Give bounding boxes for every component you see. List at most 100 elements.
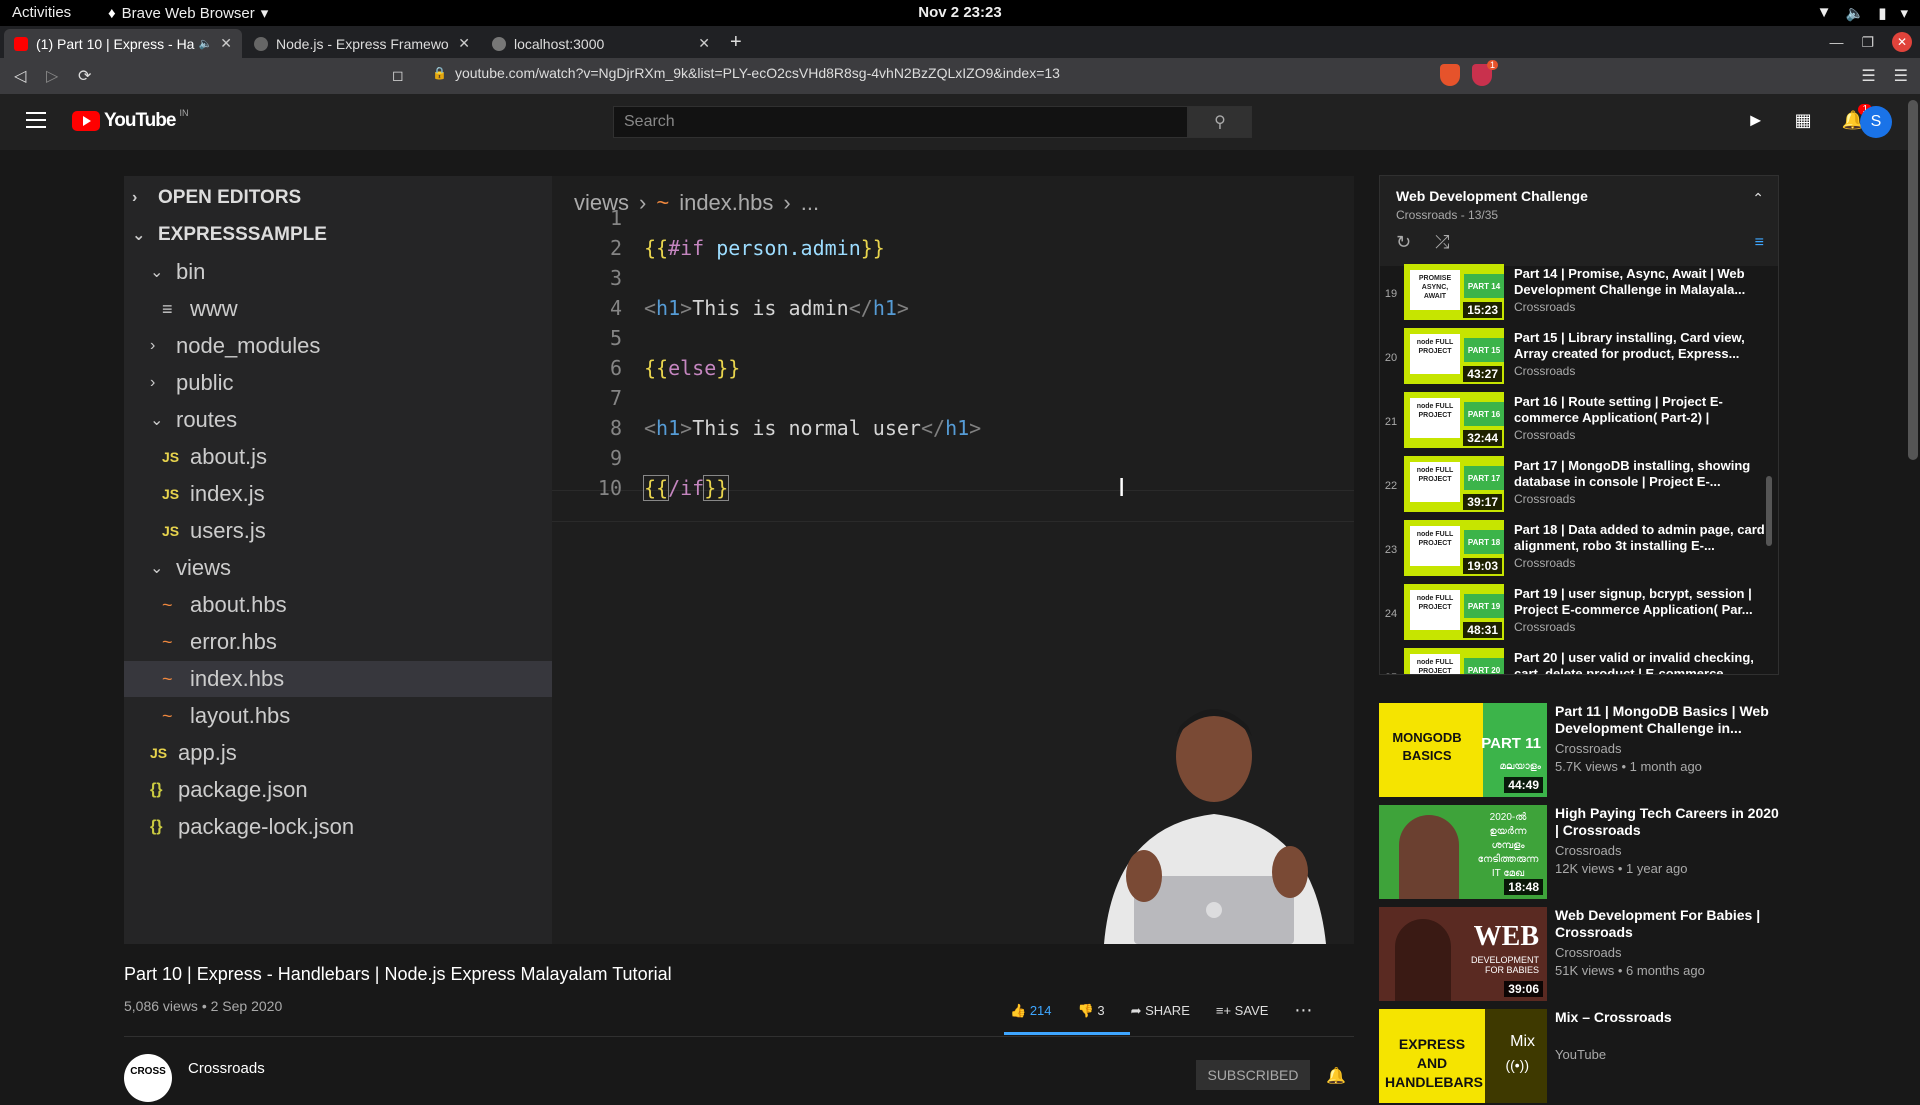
- playlist-title[interactable]: Web Development Challenge: [1396, 188, 1588, 204]
- playlist-item[interactable]: 25 node FULL PROJECTPART 20 Part 20 | user…: [1380, 648, 1778, 674]
- thumbnail-part-label: PART 18: [1464, 530, 1504, 554]
- explorer-item[interactable]: {} package-lock.json: [124, 809, 552, 845]
- explorer-item[interactable]: ~ about.hbs: [124, 587, 552, 623]
- brave-rewards-icon[interactable]: 1: [1472, 60, 1498, 86]
- explorer-item[interactable]: JS app.js: [124, 735, 552, 771]
- shuffle-icon[interactable]: ⤮: [1435, 232, 1449, 253]
- media-queue-icon[interactable]: ☰: [1861, 66, 1875, 86]
- activities-button[interactable]: Activities: [12, 4, 71, 21]
- close-icon[interactable]: ✕: [458, 35, 470, 52]
- loop-icon[interactable]: ↻: [1396, 232, 1411, 253]
- explorer-section[interactable]: ⌄ EXPRESSSAMPLE: [124, 217, 552, 253]
- code-line[interactable]: 8 <h1>This is normal user</h1>: [552, 416, 1354, 446]
- recommended-video[interactable]: 2020-ൽ ഉയർന്ന ശമ്പളം നേടിത്തരുന്ന IT മേഖ…: [1379, 805, 1779, 901]
- code-line[interactable]: 1: [552, 206, 1354, 236]
- apps-grid-icon[interactable]: ▦: [1795, 110, 1812, 131]
- share-button[interactable]: ➦ SHARE: [1131, 1003, 1190, 1019]
- recommended-video[interactable]: WEB DEVELOPMENT FOR BABIES 39:06 Web Develo…: [1379, 907, 1779, 1003]
- code-line[interactable]: 7: [552, 386, 1354, 416]
- search-input[interactable]: Search: [613, 106, 1188, 138]
- hamburger-menu-icon[interactable]: [26, 112, 46, 128]
- new-tab-button[interactable]: +: [730, 31, 742, 54]
- explorer-item[interactable]: ⌄ routes: [124, 402, 552, 438]
- recommended-video[interactable]: EXPRESS AND HANDLEBARS Mix ((•)) Mix – Cros…: [1379, 1009, 1779, 1105]
- menu-icon[interactable]: ☰: [1894, 66, 1908, 86]
- explorer-item[interactable]: › node_modules: [124, 328, 552, 364]
- search-button[interactable]: ⚲: [1188, 106, 1252, 138]
- explorer-item-label: routes: [176, 407, 238, 432]
- clock[interactable]: Nov 2 23:23: [918, 4, 1001, 21]
- code-line[interactable]: 6 {{else}}: [552, 356, 1354, 386]
- playlist-item[interactable]: 20 node FULL PROJECT PART 15 43:27 Part 15 |…: [1380, 328, 1778, 392]
- tab-localhost[interactable]: localhost:3000 ✕: [482, 29, 720, 58]
- create-video-icon[interactable]: ►: [1747, 110, 1765, 131]
- page-scrollbar[interactable]: [1908, 100, 1918, 460]
- json-file-icon: {}: [150, 781, 163, 798]
- system-tray[interactable]: ▼ 🔈 ▮ ▾: [1817, 4, 1908, 22]
- explorer-item[interactable]: ⌄ views: [124, 550, 552, 586]
- code-line[interactable]: 4 <h1>This is admin</h1>: [552, 296, 1354, 326]
- thumbnail-part-label: PART 11: [1481, 735, 1541, 752]
- code-line[interactable]: 9: [552, 446, 1354, 476]
- back-icon[interactable]: ◁: [14, 66, 26, 86]
- save-button[interactable]: ≡+ SAVE: [1216, 1003, 1269, 1018]
- channel-bell-icon[interactable]: 🔔: [1326, 1066, 1346, 1086]
- playlist-item[interactable]: 24 node FULL PROJECT PART 19 48:31 Part 19 |…: [1380, 584, 1778, 648]
- explorer-item[interactable]: JS about.js: [124, 439, 552, 475]
- explorer-item-label: public: [176, 370, 234, 395]
- more-actions-icon[interactable]: ⋯: [1294, 1000, 1312, 1021]
- explorer-item[interactable]: {} package.json: [124, 772, 552, 808]
- bookmark-icon[interactable]: ◻: [392, 67, 404, 84]
- code-line[interactable]: 5: [552, 326, 1354, 356]
- playlist-item[interactable]: 19 PROMISE ASYNC, AWAIT PART 14 15:23 Part 1…: [1380, 264, 1778, 328]
- dislike-button[interactable]: 👎 3: [1078, 1003, 1105, 1019]
- explorer-item[interactable]: ~ index.hbs: [124, 661, 552, 697]
- explorer-item[interactable]: ~ layout.hbs: [124, 698, 552, 734]
- close-window-icon[interactable]: ✕: [1892, 32, 1912, 52]
- tab-youtube[interactable]: (1) Part 10 | Express - Ha 🔈 ✕: [4, 29, 242, 58]
- reload-icon[interactable]: ⟳: [78, 66, 91, 86]
- explorer-item[interactable]: ~ error.hbs: [124, 624, 552, 660]
- close-icon[interactable]: ✕: [220, 35, 232, 52]
- address-field[interactable]: 🔒 youtube.com/watch?v=NgDjrRXm_9k&list=P…: [432, 65, 1060, 81]
- tab-express[interactable]: Node.js - Express Framewo ✕: [244, 29, 480, 58]
- code-line[interactable]: 10 {{/if}}: [552, 475, 1354, 506]
- explorer-item[interactable]: ⌄ bin: [124, 254, 552, 290]
- recommended-video[interactable]: MONGODB BASICS PART 11 മലയാളം 44:49 Part 11 …: [1379, 703, 1779, 799]
- recommended-channel: Crossroads: [1555, 945, 1622, 960]
- app-menu[interactable]: ♦ Brave Web Browser ▾: [108, 4, 268, 23]
- code-line[interactable]: 2 {{#if person.admin}}: [552, 236, 1354, 266]
- playlist-scrollbar[interactable]: [1766, 476, 1772, 546]
- forward-icon[interactable]: ▷: [46, 66, 58, 86]
- explorer-section[interactable]: › OPEN EDITORS: [124, 180, 552, 216]
- channel-avatar[interactable]: CROSS: [124, 1054, 172, 1102]
- explorer-item[interactable]: JS index.js: [124, 476, 552, 512]
- chevron-down-icon: ▾: [1900, 5, 1908, 22]
- explorer-item[interactable]: JS users.js: [124, 513, 552, 549]
- chevron-right-icon: ›: [150, 337, 156, 354]
- save-playlist-icon[interactable]: ≡: [1755, 234, 1764, 252]
- explorer-item[interactable]: ≡ www: [124, 291, 552, 327]
- video-player[interactable]: › OPEN EDITORS ⌄ EXPRESSSAMPLE ⌄ bin ≡ www › node…: [124, 176, 1354, 944]
- channel-name[interactable]: Crossroads: [188, 1060, 265, 1077]
- playlist-item[interactable]: 23 node FULL PROJECT PART 18 19:03 Part 18 |…: [1380, 520, 1778, 584]
- playlist-item-channel: Crossroads: [1514, 364, 1576, 378]
- minimize-icon[interactable]: —: [1829, 34, 1843, 50]
- brave-shield-icon[interactable]: [1440, 64, 1460, 86]
- explorer-item[interactable]: › public: [124, 365, 552, 401]
- like-button[interactable]: 👍 214: [1010, 1003, 1052, 1019]
- youtube-logo[interactable]: YouTube IN: [72, 108, 188, 132]
- recommended-thumbnail: EXPRESS AND HANDLEBARS Mix ((•)): [1379, 1009, 1547, 1103]
- restore-icon[interactable]: ❐: [1861, 34, 1874, 51]
- tab-title: localhost:3000: [514, 35, 605, 52]
- playlist-item[interactable]: 22 node FULL PROJECT PART 17 39:17 Part 17 |…: [1380, 456, 1778, 520]
- code-line[interactable]: 3: [552, 266, 1354, 296]
- playlist-index: 22: [1384, 480, 1398, 492]
- subscribe-button[interactable]: SUBSCRIBED: [1196, 1060, 1310, 1090]
- close-icon[interactable]: ✕: [698, 35, 710, 52]
- thumbnail-logo: PROMISE ASYNC, AWAIT: [1410, 270, 1460, 310]
- collapse-icon[interactable]: ⌃: [1752, 190, 1764, 207]
- account-avatar[interactable]: S: [1860, 106, 1892, 138]
- playlist-item[interactable]: 21 node FULL PROJECT PART 16 32:44 Part 16 |…: [1380, 392, 1778, 456]
- explorer-item-label: www: [190, 296, 238, 321]
